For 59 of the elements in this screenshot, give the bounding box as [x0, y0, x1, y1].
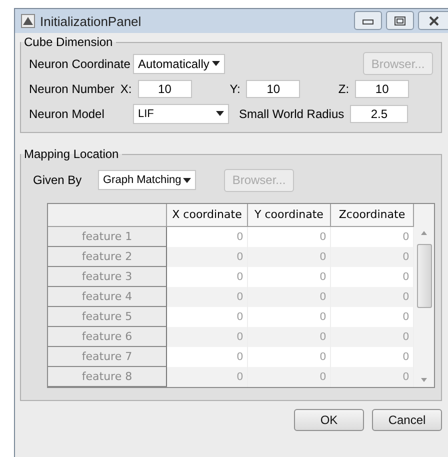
column-header: X coordinate [167, 204, 248, 227]
panel-title: Mapping Location [23, 147, 120, 161]
scrollbar[interactable] [414, 204, 434, 387]
input-field[interactable]: 10 [246, 80, 300, 98]
table-cell: 0 [331, 367, 414, 387]
table-cell: 0 [167, 287, 248, 307]
panel-title: Cube Dimension [23, 35, 114, 49]
field-label: Neuron Model [29, 106, 106, 120]
scroll-up-icon[interactable] [420, 230, 428, 236]
dropdown-value: Automatically [138, 56, 210, 70]
input-field[interactable]: 10 [355, 80, 410, 98]
row-header: feature 5 [48, 307, 167, 327]
column-header: Zcoordinate [331, 204, 414, 227]
table-cell: 0 [248, 247, 331, 267]
table-cell: 0 [167, 247, 248, 267]
row-header: feature 3 [48, 267, 167, 287]
field-label: Given By [33, 173, 83, 187]
row-header: feature 7 [48, 347, 167, 367]
dropdown-value: LIF [138, 108, 154, 120]
table-cell: 0 [248, 367, 331, 387]
row-header: feature 1 [48, 227, 167, 247]
dropdown[interactable]: Automatically [133, 54, 225, 74]
input-field[interactable]: 10 [138, 80, 192, 98]
window-title: InitializationPanel [40, 14, 142, 28]
axis-label: X: [120, 82, 132, 96]
field-label: Neuron Coordinate [29, 56, 132, 70]
table-cell: 0 [167, 367, 248, 387]
field-label: Neuron Number [29, 82, 114, 96]
row-header: feature 4 [48, 287, 167, 307]
app-icon [21, 14, 35, 28]
table-cell: 0 [248, 327, 331, 347]
minimize-icon [362, 16, 374, 24]
table-cell: 0 [248, 287, 331, 307]
close-button[interactable] [418, 11, 448, 30]
dropdown[interactable]: Graph Matching [98, 170, 196, 190]
column-header: Y coordinate [248, 204, 331, 227]
row-header: feature 6 [48, 327, 167, 347]
dropdown[interactable]: LIF [133, 104, 229, 124]
row-header: feature 8 [48, 367, 167, 387]
input-field[interactable]: 2.5 [350, 104, 408, 122]
field-label: Small World Radius [239, 106, 344, 120]
dialog-button[interactable]: Cancel [372, 409, 442, 431]
row-header: feature 2 [48, 247, 167, 267]
dialog-button[interactable]: OK [294, 409, 364, 431]
caret-icon [183, 178, 191, 182]
maximize-button[interactable] [386, 11, 414, 30]
table-cell: 0 [331, 287, 414, 307]
axis-label: Y: [230, 82, 240, 96]
table-cell: 0 [331, 327, 414, 347]
scroll-down-icon[interactable] [420, 377, 428, 383]
axis-label: Z: [338, 82, 350, 96]
minimize-button[interactable] [354, 11, 382, 30]
dropdown-value: Graph Matching [103, 174, 182, 186]
close-icon [428, 16, 440, 26]
restore-icon [394, 16, 406, 26]
table-cell: 0 [167, 327, 248, 347]
table-cell: 0 [331, 247, 414, 267]
caret-icon [212, 61, 220, 66]
caret-icon [216, 111, 224, 116]
